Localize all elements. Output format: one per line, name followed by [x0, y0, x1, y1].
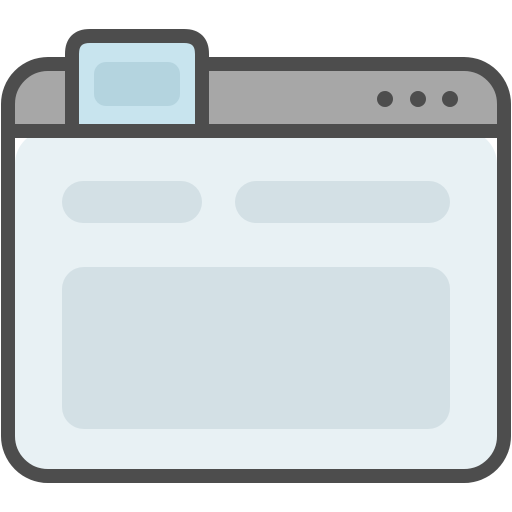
placeholder-pill-right: [235, 181, 450, 223]
window-control-dot-2: [410, 91, 426, 107]
browser-tab-inner-redraw: [94, 62, 180, 106]
icon-canvas: [0, 0, 512, 512]
browser-window-icon: [1, 29, 511, 483]
placeholder-pill-left: [62, 181, 202, 223]
window-control-dot-3: [442, 91, 458, 107]
window-control-dot-1: [377, 91, 393, 107]
placeholder-content-block: [62, 267, 450, 429]
